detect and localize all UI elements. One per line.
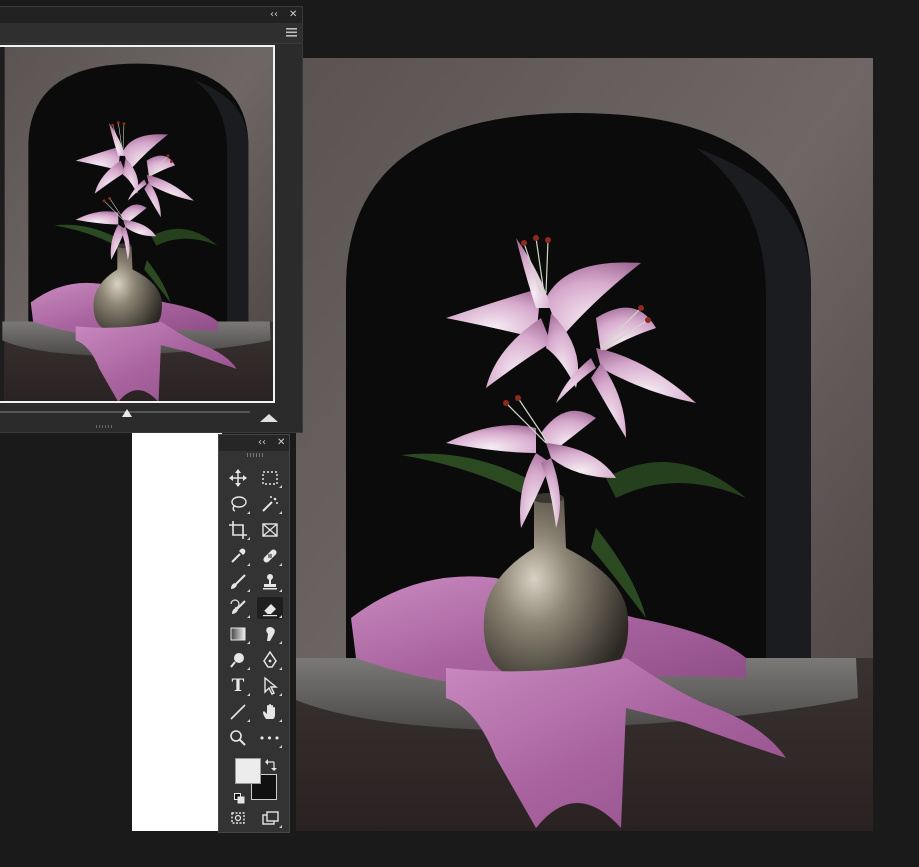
navigator-panel: ‹‹ ✕	[0, 6, 303, 433]
panel-resize-grip[interactable]	[96, 425, 112, 428]
background-document-area	[132, 432, 222, 831]
line-tool-icon[interactable]	[225, 701, 251, 723]
gradient-icon[interactable]	[225, 623, 251, 645]
zoom-slider-thumb[interactable]	[122, 409, 132, 417]
navigator-zoom-controls	[0, 405, 302, 429]
more-tools-glyph: •••	[258, 731, 282, 745]
hand-icon[interactable]	[257, 701, 283, 723]
frame-tool-icon[interactable]	[257, 519, 283, 541]
close-panel-icon[interactable]: ✕	[289, 10, 297, 20]
tools-drag-grip[interactable]	[247, 453, 263, 457]
navigator-thumbnail	[2, 47, 273, 401]
swap-colors-icon[interactable]	[265, 756, 277, 775]
collapse-panel-icon[interactable]: ‹‹	[270, 10, 278, 20]
move-tool-icon[interactable]	[225, 467, 251, 489]
zoom-icon[interactable]	[225, 727, 251, 749]
eyedropper-icon[interactable]	[225, 545, 251, 567]
collapse-tools-icon[interactable]: ‹‹	[258, 438, 266, 448]
eraser-icon[interactable]	[257, 597, 283, 619]
crop-icon[interactable]	[225, 519, 251, 541]
foreground-color-swatch[interactable]	[235, 758, 261, 784]
healing-brush-icon[interactable]	[257, 545, 283, 567]
zoom-in-icon[interactable]	[259, 408, 279, 427]
smudge-icon[interactable]	[257, 623, 283, 645]
type-tool-glyph: T	[231, 676, 245, 696]
dodge-icon[interactable]	[225, 649, 251, 671]
magic-wand-icon[interactable]	[257, 493, 283, 515]
navigator-titlebar[interactable]: ‹‹ ✕	[0, 7, 302, 23]
default-colors-icon[interactable]	[234, 789, 245, 808]
path-selection-icon[interactable]	[257, 675, 283, 697]
navigator-preview-frame[interactable]	[0, 45, 275, 403]
rectangular-marquee-icon[interactable]	[257, 467, 283, 489]
more-tools-icon[interactable]: •••	[257, 727, 283, 749]
type-icon[interactable]: T	[225, 675, 251, 697]
quick-mask-icon[interactable]	[225, 807, 251, 829]
close-tools-icon[interactable]: ✕	[277, 438, 285, 448]
panel-menu-icon[interactable]	[286, 28, 297, 37]
tools-titlebar[interactable]: ‹‹ ✕	[219, 435, 289, 451]
document-canvas[interactable]	[296, 58, 873, 831]
navigator-tabbar	[0, 23, 302, 44]
tools-panel: ‹‹ ✕ T •••	[218, 434, 290, 833]
pen-icon[interactable]	[257, 649, 283, 671]
lasso-icon[interactable]	[225, 493, 251, 515]
clone-stamp-icon[interactable]	[257, 571, 283, 593]
brush-icon[interactable]	[225, 571, 251, 593]
artwork-lilies-in-vase	[296, 58, 873, 831]
screen-mode-icon[interactable]	[257, 807, 283, 829]
history-brush-icon[interactable]	[225, 597, 251, 619]
